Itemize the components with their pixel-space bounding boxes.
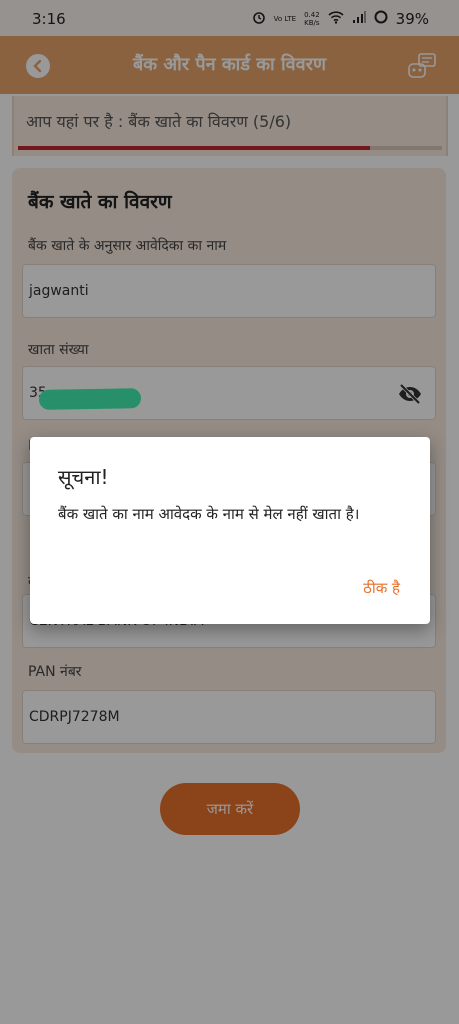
ok-button[interactable]: ठीक है bbox=[363, 578, 400, 598]
alert-dialog: सूचना! बैंक खाते का नाम आवेदक के नाम से … bbox=[30, 437, 430, 624]
dialog-message: बैंक खाते का नाम आवेदक के नाम से मेल नही… bbox=[58, 505, 360, 523]
dialog-title: सूचना! bbox=[58, 465, 109, 489]
